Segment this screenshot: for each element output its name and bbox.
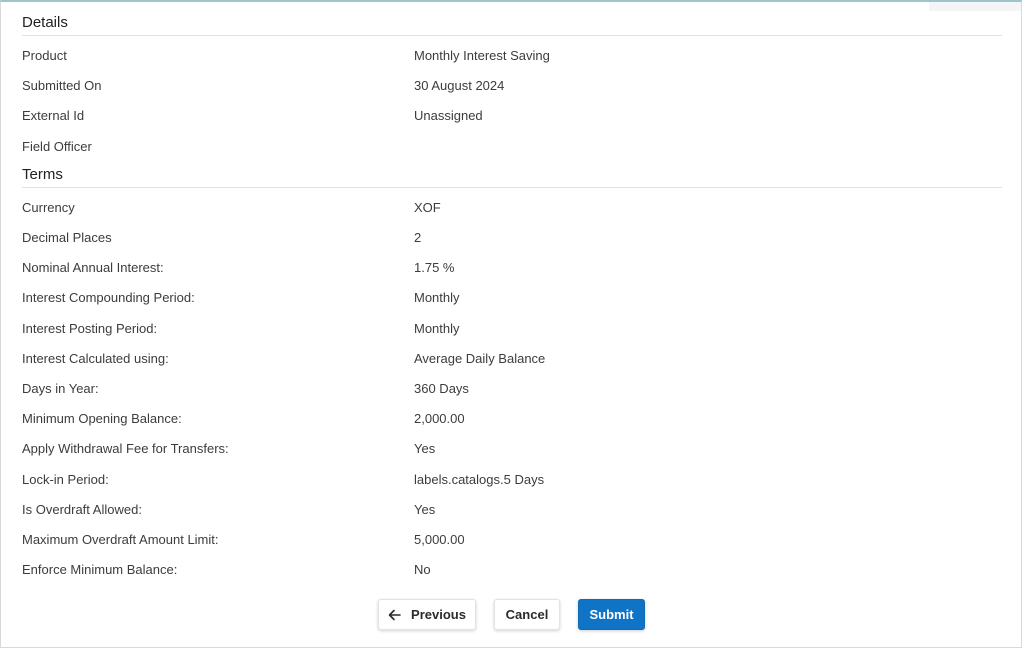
terms-label: Maximum Overdraft Amount Limit: bbox=[22, 532, 219, 547]
terms-row-min-opening-balance: Minimum Opening Balance: 2,000.00 bbox=[1, 409, 1001, 429]
terms-divider bbox=[22, 187, 1002, 188]
detail-row-external-id: External Id Unassigned bbox=[1, 106, 1001, 126]
terms-section-title: Terms bbox=[22, 166, 63, 183]
terms-label: Nominal Annual Interest: bbox=[22, 260, 164, 275]
terms-value: No bbox=[414, 562, 431, 577]
detail-row-product: Product Monthly Interest Saving bbox=[1, 46, 1001, 66]
terms-label: Currency bbox=[22, 200, 75, 215]
terms-row-nominal-interest: Nominal Annual Interest: 1.75 % bbox=[1, 258, 1001, 278]
previous-button-label: Previous bbox=[411, 607, 466, 622]
terms-value: Average Daily Balance bbox=[414, 351, 546, 366]
terms-value: 360 Days bbox=[414, 381, 469, 396]
details-divider bbox=[22, 35, 1002, 36]
submit-button-label: Submit bbox=[589, 607, 634, 622]
terms-row-decimal-places: Decimal Places 2 bbox=[1, 228, 1001, 248]
terms-value: 5,000.00 bbox=[414, 532, 465, 547]
terms-value: 2,000.00 bbox=[414, 411, 465, 426]
terms-row-compounding-period: Interest Compounding Period: Monthly bbox=[1, 288, 1001, 308]
terms-label: Lock-in Period: bbox=[22, 472, 109, 487]
terms-label: Interest Calculated using: bbox=[22, 351, 169, 366]
detail-label: Field Officer bbox=[22, 139, 92, 154]
terms-row-calculated-using: Interest Calculated using: Average Daily… bbox=[1, 349, 1001, 369]
terms-label: Interest Posting Period: bbox=[22, 321, 158, 336]
arrow-left-icon bbox=[388, 609, 401, 620]
terms-row-lock-in-period: Lock-in Period: labels.catalogs.5 Days bbox=[1, 470, 1001, 490]
detail-row-submitted-on: Submitted On 30 August 2024 bbox=[1, 76, 1001, 96]
terms-value: XOF bbox=[414, 200, 441, 215]
terms-label: Apply Withdrawal Fee for Transfers: bbox=[22, 441, 229, 456]
terms-label: Enforce Minimum Balance: bbox=[22, 562, 178, 577]
terms-value: labels.catalogs.5 Days bbox=[414, 472, 545, 487]
details-section-title: Details bbox=[22, 14, 68, 31]
terms-label: Decimal Places bbox=[22, 230, 112, 245]
cancel-button-label: Cancel bbox=[505, 607, 549, 622]
terms-row-withdrawal-fee: Apply Withdrawal Fee for Transfers: Yes bbox=[1, 439, 1001, 459]
terms-value: 1.75 % bbox=[414, 260, 455, 275]
corner-tab bbox=[929, 2, 1021, 11]
terms-row-overdraft-allowed: Is Overdraft Allowed: Yes bbox=[1, 500, 1001, 520]
terms-label: Days in Year: bbox=[22, 381, 99, 396]
detail-label: Product bbox=[22, 48, 67, 63]
detail-value: Unassigned bbox=[414, 108, 483, 123]
terms-value: Yes bbox=[414, 441, 436, 456]
terms-label: Interest Compounding Period: bbox=[22, 290, 195, 305]
detail-row-field-officer: Field Officer bbox=[1, 137, 1001, 157]
previous-button[interactable]: Previous bbox=[378, 599, 476, 630]
terms-row-days-in-year: Days in Year: 360 Days bbox=[1, 379, 1001, 399]
detail-value: Monthly Interest Saving bbox=[414, 48, 550, 63]
terms-value: Monthly bbox=[414, 321, 460, 336]
terms-value: Yes bbox=[414, 502, 436, 517]
detail-label: External Id bbox=[22, 108, 85, 123]
review-panel: Details Product Monthly Interest Saving … bbox=[0, 0, 1022, 648]
terms-row-overdraft-limit: Maximum Overdraft Amount Limit: 5,000.00 bbox=[1, 530, 1001, 550]
terms-label: Minimum Opening Balance: bbox=[22, 411, 182, 426]
terms-row-enforce-min-balance: Enforce Minimum Balance: No bbox=[1, 560, 1001, 580]
terms-row-posting-period: Interest Posting Period: Monthly bbox=[1, 319, 1001, 339]
terms-value: 2 bbox=[414, 230, 422, 245]
detail-value: 30 August 2024 bbox=[414, 78, 505, 93]
terms-label: Is Overdraft Allowed: bbox=[22, 502, 142, 517]
detail-label: Submitted On bbox=[22, 78, 102, 93]
cancel-button[interactable]: Cancel bbox=[494, 599, 560, 630]
terms-value: Monthly bbox=[414, 290, 460, 305]
terms-row-currency: Currency XOF bbox=[1, 198, 1001, 218]
submit-button[interactable]: Submit bbox=[578, 599, 645, 630]
